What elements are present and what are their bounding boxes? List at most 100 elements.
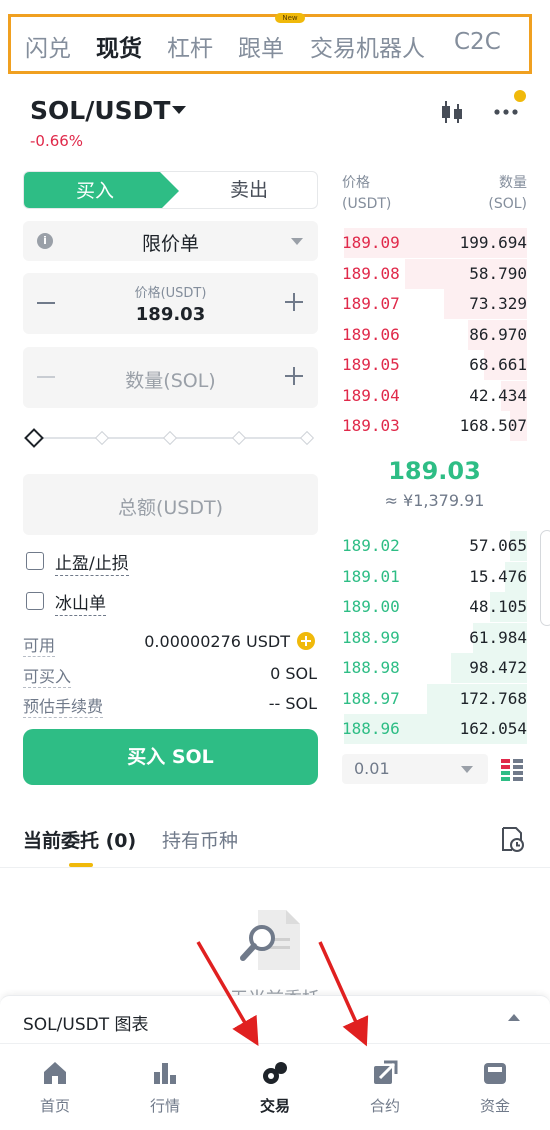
ask-row[interactable]: 189.04 42.434: [342, 380, 527, 411]
ask-row[interactable]: 189.05 68.661: [342, 350, 527, 380]
more-icon[interactable]: [492, 99, 520, 125]
depth-step-select[interactable]: 0.01: [342, 754, 488, 784]
tab-margin[interactable]: 杠杆: [167, 29, 213, 63]
ask-row[interactable]: 189.06 86.970: [342, 319, 527, 350]
bid-row[interactable]: 188.98 98.472: [342, 653, 527, 683]
price-input[interactable]: 189.03: [23, 304, 318, 325]
ask-price[interactable]: 189.05: [342, 355, 400, 374]
nav-home[interactable]: 首页: [0, 1044, 110, 1130]
ask-price[interactable]: 189.08: [342, 264, 400, 283]
nav-assets[interactable]: 资金: [440, 1044, 550, 1130]
add-funds-icon[interactable]: [297, 632, 315, 650]
quantity-increase-icon[interactable]: [285, 367, 303, 385]
amount-slider-handle[interactable]: [24, 428, 44, 448]
ask-price[interactable]: 189.03: [342, 416, 400, 435]
ask-qty: 73.329: [469, 294, 527, 313]
nav-markets[interactable]: 行情: [110, 1044, 220, 1130]
chevron-up-icon[interactable]: [508, 1014, 520, 1021]
slider-node-100[interactable]: [299, 430, 315, 446]
pair-dropdown-icon[interactable]: [172, 106, 186, 114]
price-header-label: 价格: [342, 175, 370, 191]
buy-tab[interactable]: 买入: [24, 172, 179, 208]
ask-row[interactable]: 189.09 199.694: [342, 228, 527, 258]
order-type-select[interactable]: i 限价单: [23, 221, 318, 261]
slider-node-25[interactable]: [94, 430, 110, 446]
bid-price[interactable]: 188.97: [342, 689, 400, 708]
last-price[interactable]: 189.03: [342, 457, 527, 485]
tab-open-orders[interactable]: 当前委托 (0): [23, 826, 136, 853]
total-input[interactable]: 总额(USDT): [23, 493, 318, 520]
slider-node-75[interactable]: [231, 430, 247, 446]
wallet-icon: [484, 1063, 506, 1084]
tp-sl-label[interactable]: 止盈/止损: [55, 549, 129, 576]
tab-spot[interactable]: 现货: [96, 29, 142, 63]
chart-panel-label: SOL/USDT 图表: [23, 1015, 149, 1035]
nav-home-label: 首页: [39, 1097, 70, 1115]
candlestick-chart-icon[interactable]: [438, 99, 466, 125]
bid-row[interactable]: 189.01 15.476: [342, 561, 527, 592]
markets-icon: [154, 1063, 176, 1084]
bottom-navigation: 首页 行情 交易 合约 资金: [0, 1043, 550, 1130]
ask-qty: 58.790: [469, 263, 527, 283]
top-tab-bar: New 闪兑 现货 杠杆 跟单 交易机器人 C2C: [8, 13, 532, 74]
qty-header-label: 数量: [499, 175, 527, 191]
tab-flash-swap[interactable]: 闪兑: [25, 29, 71, 63]
price-increase-icon[interactable]: [285, 293, 303, 311]
bid-price[interactable]: 189.02: [342, 536, 400, 555]
tp-sl-checkbox[interactable]: [26, 552, 44, 570]
side-drawer-handle[interactable]: [540, 530, 550, 626]
fee-label: 预估手续费: [23, 693, 104, 718]
bid-price[interactable]: 188.99: [342, 628, 400, 647]
iceberg-label[interactable]: 冰山单: [55, 589, 106, 616]
bid-price[interactable]: 188.96: [342, 719, 400, 738]
ask-qty: 86.970: [469, 324, 527, 344]
slider-node-50[interactable]: [162, 430, 178, 446]
order-type-label: 限价单: [141, 233, 199, 255]
ask-qty: 168.507: [459, 416, 527, 435]
ask-price[interactable]: 189.09: [342, 233, 400, 252]
bid-row[interactable]: 188.99 61.984: [342, 622, 527, 653]
buy-sol-button[interactable]: 买入 SOL: [23, 729, 318, 785]
bid-row[interactable]: 188.97 172.768: [342, 683, 527, 714]
nav-futures-label: 合约: [369, 1097, 400, 1115]
new-badge: New: [275, 13, 305, 23]
order-book-price-header: 价格 (USDT): [342, 173, 391, 215]
bid-price[interactable]: 189.01: [342, 567, 400, 586]
total-field[interactable]: 总额(USDT): [23, 474, 318, 535]
iceberg-checkbox[interactable]: [26, 592, 44, 610]
bid-row[interactable]: 189.00 48.105: [342, 592, 527, 622]
can-buy-label: 可买入: [23, 663, 72, 688]
bid-price[interactable]: 188.98: [342, 658, 400, 677]
nav-futures[interactable]: 合约: [330, 1044, 440, 1130]
order-book-layout-icon[interactable]: [501, 759, 523, 781]
price-field[interactable]: 价格(USDT) 189.03: [23, 273, 318, 334]
empty-state-icon: [240, 910, 300, 970]
tab-c2c[interactable]: C2C: [454, 29, 501, 55]
tab-holdings[interactable]: 持有币种: [162, 826, 238, 853]
ask-price[interactable]: 189.04: [342, 386, 400, 405]
ask-row[interactable]: 189.07 73.329: [342, 289, 527, 319]
tab-copy-trading[interactable]: 跟单: [238, 29, 284, 63]
bid-qty: 172.768: [459, 688, 527, 708]
home-icon: [44, 1062, 66, 1084]
order-history-icon[interactable]: [500, 826, 524, 852]
ask-price[interactable]: 189.07: [342, 294, 400, 313]
quantity-input[interactable]: 数量(SOL): [23, 366, 318, 393]
ask-row[interactable]: 189.03 168.507: [342, 411, 527, 441]
qty-header-unit: (SOL): [488, 196, 527, 212]
nav-trade-label: 交易: [259, 1097, 290, 1115]
tab-trading-bot[interactable]: 交易机器人: [310, 29, 425, 63]
bid-row[interactable]: 189.02 57.065: [342, 531, 527, 561]
bid-price[interactable]: 189.00: [342, 597, 400, 616]
ask-row[interactable]: 189.08 58.790: [342, 258, 527, 289]
chevron-down-icon: [461, 766, 473, 773]
sell-tab[interactable]: 卖出: [179, 172, 317, 208]
pair-title[interactable]: SOL/USDT: [30, 96, 170, 125]
nav-trade[interactable]: 交易: [220, 1044, 330, 1130]
bid-qty: 48.105: [469, 597, 527, 616]
bid-row[interactable]: 188.96 162.054: [342, 714, 527, 744]
quantity-field[interactable]: 数量(SOL): [23, 347, 318, 408]
bid-qty: 61.984: [469, 627, 527, 647]
chart-panel-toggle[interactable]: SOL/USDT 图表: [0, 995, 550, 1043]
ask-price[interactable]: 189.06: [342, 325, 400, 344]
